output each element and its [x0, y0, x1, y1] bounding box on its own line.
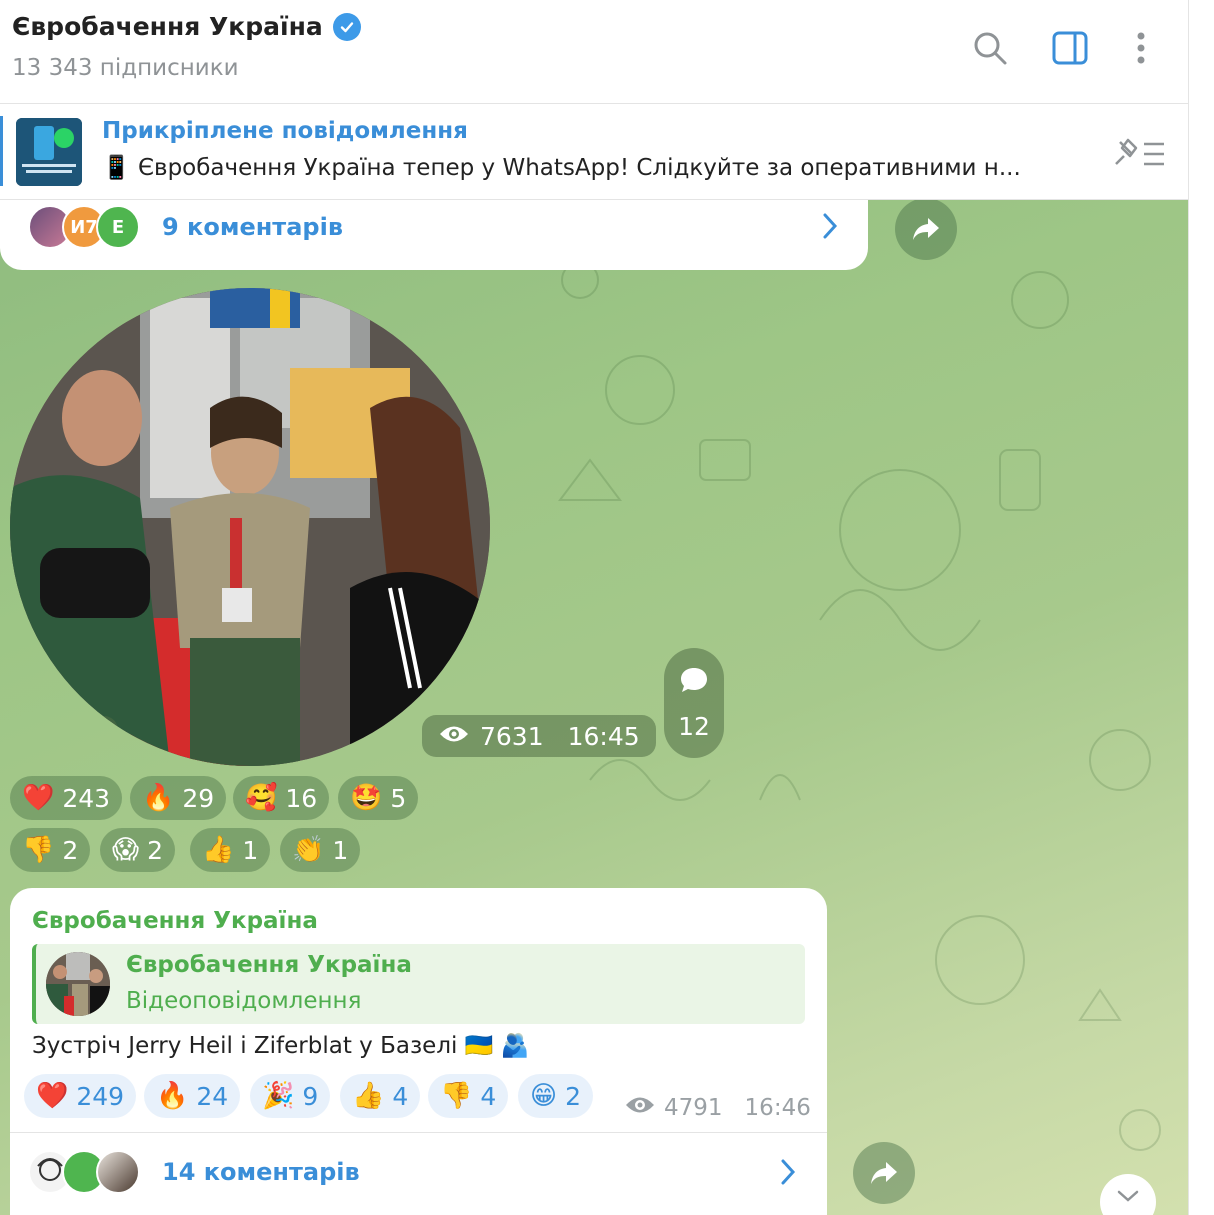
chat-header: Євробачення Україна 13 343 підписники: [0, 0, 1188, 104]
heart-icon: ❤️: [36, 1081, 69, 1111]
share-icon[interactable]: [853, 1142, 915, 1204]
sidebar-toggle-icon[interactable]: [1050, 28, 1090, 68]
reaction-count: 4: [392, 1081, 409, 1111]
video-time: 16:45: [567, 721, 640, 751]
reaction-chip[interactable]: 🎉 9: [250, 1074, 331, 1118]
post-1-comments-row[interactable]: И7 E 9 коментарів: [28, 205, 343, 249]
reaction-chip[interactable]: ❤️ 243: [10, 776, 123, 820]
chevron-down-icon: [1116, 1188, 1140, 1207]
reaction-count: 2: [565, 1081, 582, 1111]
reaction-count: 4: [480, 1081, 497, 1111]
pinned-indicator: [0, 116, 3, 186]
more-vertical-icon[interactable]: [1122, 28, 1162, 68]
channel-title[interactable]: Євробачення Україна: [12, 12, 361, 41]
heart-icon: ❤️: [22, 783, 55, 813]
reply-thumbnail: [46, 952, 110, 1016]
right-panel-edge: [1188, 0, 1214, 1215]
reaction-count: 1: [332, 835, 349, 865]
channel-title-text: Євробачення Україна: [12, 12, 323, 41]
reaction-chip[interactable]: 👏 1: [280, 828, 361, 872]
post-1-comments-link[interactable]: 9 коментарів: [162, 213, 343, 241]
reply-preview[interactable]: Євробачення Україна Відеоповідомлення: [32, 944, 805, 1024]
reply-author: Євробачення Україна: [126, 952, 412, 978]
reaction-count: 2: [62, 835, 79, 865]
reaction-chip[interactable]: 😱 2: [100, 828, 176, 872]
verified-icon: [332, 12, 361, 41]
reaction-chip[interactable]: 🤩 5: [338, 776, 419, 820]
reply-type: Відеоповідомлення: [126, 988, 362, 1014]
smiling-hearts-icon: 🥰: [245, 783, 278, 813]
thumbs-down-icon: 👎: [22, 835, 55, 865]
star-struck-icon: 🤩: [350, 783, 383, 813]
pinned-text: 📱 Євробачення Україна тепер у WhatsApp! …: [102, 155, 1021, 181]
avatar: E: [96, 205, 140, 249]
comment-bubble-icon: [679, 666, 709, 700]
subscriber-count: 13 343 підписники: [12, 55, 239, 81]
reaction-chip[interactable]: 🔥 29: [130, 776, 227, 820]
chevron-right-icon[interactable]: [778, 1156, 798, 1196]
fire-icon: 🔥: [142, 783, 175, 813]
reaction-chip[interactable]: 😁 2: [518, 1074, 594, 1118]
post-2-views: 4791: [664, 1095, 723, 1121]
post-2-comments-link[interactable]: 14 коментарів: [162, 1158, 360, 1186]
chevron-right-icon[interactable]: [820, 210, 840, 250]
reaction-chip[interactable]: 🔥 24: [144, 1074, 241, 1118]
reaction-count: 249: [76, 1081, 125, 1111]
reaction-chip[interactable]: ❤️ 249: [24, 1074, 137, 1118]
share-icon[interactable]: [895, 200, 957, 260]
party-popper-icon: 🎉: [262, 1081, 295, 1111]
search-icon[interactable]: [970, 28, 1010, 68]
reaction-count: 1: [242, 835, 259, 865]
post-2-meta: 4791 16:46: [624, 1094, 811, 1122]
video-message[interactable]: 00:10: [10, 288, 490, 766]
reaction-count: 9: [302, 1081, 319, 1111]
pinned-message-bar[interactable]: Прикріплене повідомлення 📱 Євробачення У…: [0, 104, 1188, 200]
thumbs-up-icon: 👍: [352, 1081, 385, 1111]
pinned-thumbnail: [16, 118, 82, 186]
avatar: [96, 1150, 140, 1194]
post-2-author[interactable]: Євробачення Україна: [32, 908, 318, 934]
reaction-count: 16: [285, 783, 318, 813]
post-2-time: 16:46: [744, 1095, 811, 1121]
clapping-icon: 👏: [292, 835, 325, 865]
video-frame: [10, 288, 490, 766]
post-2-comments-row[interactable]: 14 коментарів: [28, 1150, 360, 1194]
reaction-count: 24: [196, 1081, 229, 1111]
grinning-face-icon: 😁: [530, 1081, 558, 1111]
video-comments-count: 12: [678, 711, 710, 741]
eye-icon: [624, 1094, 656, 1122]
reaction-chip[interactable]: 🥰 16: [233, 776, 330, 820]
reaction-count: 2: [147, 835, 164, 865]
fire-icon: 🔥: [156, 1081, 189, 1111]
video-meta: 7631 16:45: [422, 715, 656, 757]
video-comments-button[interactable]: 12: [664, 648, 724, 758]
unpin-list-icon[interactable]: [1110, 134, 1170, 174]
eye-icon: [438, 722, 470, 751]
thumbs-up-icon: 👍: [202, 835, 235, 865]
reaction-count: 5: [390, 783, 407, 813]
reaction-count: 29: [182, 783, 215, 813]
reaction-chip[interactable]: 👎 4: [428, 1074, 509, 1118]
reaction-chip[interactable]: 👍 4: [340, 1074, 421, 1118]
screaming-face-icon: 😱: [112, 835, 140, 865]
post-2-bubble: Євробачення Україна Євробачення Україна …: [10, 888, 827, 1215]
video-duration: 00:10: [18, 716, 119, 756]
reaction-count: 243: [62, 783, 111, 813]
reaction-chip[interactable]: 👎 2: [10, 828, 91, 872]
video-views: 7631: [480, 721, 544, 751]
reaction-chip[interactable]: 👍 1: [190, 828, 271, 872]
thumbs-down-icon: 👎: [440, 1081, 473, 1111]
post-2-text: Зустріч Jerry Heil і Ziferblat у Базелі …: [32, 1033, 530, 1059]
post-1-bubble: И7 E 9 коментарів: [0, 200, 868, 270]
pinned-label: Прикріплене повідомлення: [102, 118, 468, 144]
divider: [10, 1132, 827, 1133]
